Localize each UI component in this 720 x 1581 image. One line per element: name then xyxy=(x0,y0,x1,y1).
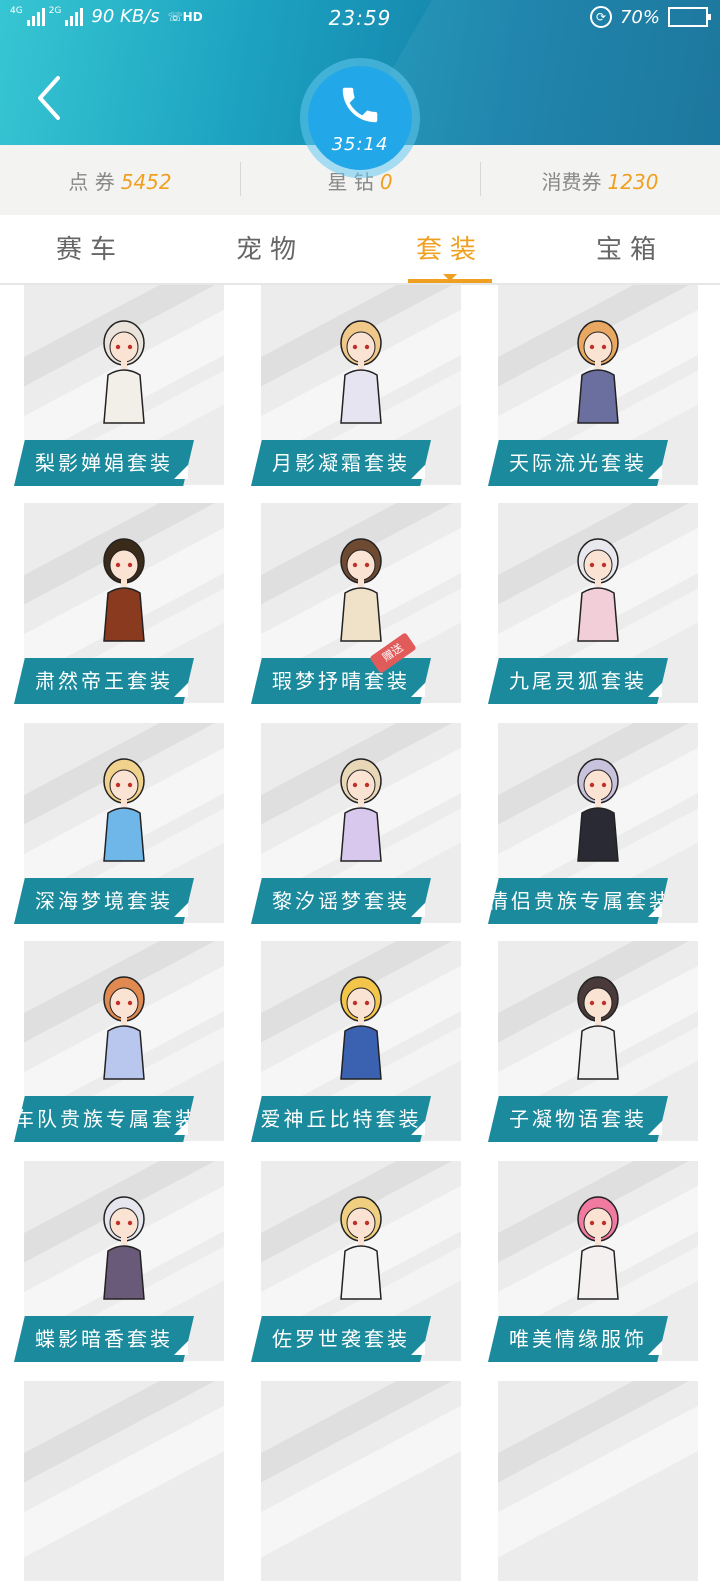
item-card[interactable]: 唯美情缘服饰 xyxy=(488,1161,698,1362)
tab-pets[interactable]: 宠物 xyxy=(180,215,360,283)
status-bar: 4G 2G 90 KB/s ☏HD 23:59 ⟳ 70% xyxy=(0,0,720,36)
character-avatar-icon xyxy=(340,538,382,642)
tab-label: 套装 xyxy=(415,235,484,265)
phone-icon xyxy=(342,87,378,122)
item-name: 天际流光套装 xyxy=(488,440,668,486)
character-avatar-icon xyxy=(103,538,145,642)
item-card-partial[interactable] xyxy=(488,1381,698,1581)
item-name: 深海梦境套装 xyxy=(14,878,194,924)
tab-label: 赛车 xyxy=(55,235,124,265)
tab-label: 宝箱 xyxy=(595,235,664,265)
card-background xyxy=(261,1381,461,1581)
character-avatar-icon xyxy=(103,320,145,424)
battery-icon xyxy=(668,7,711,27)
item-name: 唯美情缘服饰 xyxy=(488,1316,668,1362)
item-card-partial[interactable] xyxy=(251,1381,461,1581)
stat-label: 点 券 xyxy=(68,169,115,194)
item-card[interactable]: 佐罗世袭套装 xyxy=(251,1161,461,1362)
stat-points: 点 券 5452 xyxy=(0,166,240,195)
card-background xyxy=(24,1381,224,1581)
call-floating-button[interactable]: 35:14 xyxy=(300,58,420,178)
item-card[interactable]: 肃然帝王套装 xyxy=(14,503,224,704)
rotation-lock-icon: ⟳ xyxy=(589,6,612,28)
item-card[interactable]: 爱神丘比特套装 xyxy=(251,941,461,1142)
character-avatar-icon xyxy=(577,976,619,1080)
character-avatar-icon xyxy=(103,1196,145,1300)
character-avatar-icon xyxy=(340,976,382,1080)
item-name: 佐罗世袭套装 xyxy=(251,1316,431,1362)
stat-label: 消费券 xyxy=(541,169,602,194)
item-card[interactable]: 天际流光套装 xyxy=(488,285,698,486)
item-card[interactable]: 子凝物语套装 xyxy=(488,941,698,1142)
character-avatar-icon xyxy=(103,976,145,1080)
item-name: 黎汐谣梦套装 xyxy=(251,878,431,924)
character-avatar-icon xyxy=(577,320,619,424)
stat-value: 5452 xyxy=(120,169,172,194)
character-avatar-icon xyxy=(340,320,382,424)
item-card[interactable]: 情侣贵族专属套装 xyxy=(488,723,698,924)
item-name: 车队贵族专属套装 xyxy=(14,1096,194,1142)
item-name: 蝶影暗香套装 xyxy=(14,1316,194,1362)
character-avatar-icon xyxy=(577,538,619,642)
character-avatar-icon xyxy=(340,1196,382,1300)
battery-percent: 70% xyxy=(619,6,660,28)
item-card[interactable]: 深海梦境套装 xyxy=(14,723,224,924)
item-name: 九尾灵狐套装 xyxy=(488,658,668,704)
category-tabs: 赛车 宠物 套装 宝箱 xyxy=(0,215,720,285)
item-card[interactable]: 九尾灵狐套装 xyxy=(488,503,698,704)
tab-chests[interactable]: 宝箱 xyxy=(540,215,720,283)
item-name: 月影凝霜套装 xyxy=(251,440,431,486)
item-card[interactable]: 车队贵族专属套装 xyxy=(14,941,224,1142)
tab-outfits[interactable]: 套装 xyxy=(360,215,540,283)
call-duration: 35:14 xyxy=(331,133,389,155)
item-name: 梨影婵娟套装 xyxy=(14,440,194,486)
item-name: 子凝物语套装 xyxy=(488,1096,668,1142)
tab-cars[interactable]: 赛车 xyxy=(0,215,180,283)
item-card[interactable]: 黎汐谣梦套装 xyxy=(251,723,461,924)
card-background xyxy=(498,1381,698,1581)
tab-label: 宠物 xyxy=(235,235,304,265)
item-card[interactable]: 月影凝霜套装 xyxy=(251,285,461,486)
character-avatar-icon xyxy=(577,758,619,862)
item-card[interactable]: 瑕梦抒晴套装 赠送 xyxy=(251,503,461,704)
item-card[interactable]: 蝶影暗香套装 xyxy=(14,1161,224,1362)
stat-vouchers: 消费券 1230 xyxy=(480,161,720,196)
character-avatar-icon xyxy=(577,1196,619,1300)
item-name: 瑕梦抒晴套装 xyxy=(251,658,431,704)
item-card[interactable]: 梨影婵娟套装 xyxy=(14,285,224,486)
chevron-down-icon xyxy=(443,274,457,281)
item-name: 肃然帝王套装 xyxy=(14,658,194,704)
item-name: 情侣贵族专属套装 xyxy=(488,878,668,924)
item-name: 爱神丘比特套装 xyxy=(251,1096,431,1142)
character-avatar-icon xyxy=(103,758,145,862)
stat-value: 1230 xyxy=(607,169,659,194)
item-card-partial[interactable] xyxy=(14,1381,224,1581)
back-button[interactable] xyxy=(30,70,70,126)
chevron-left-icon xyxy=(38,76,60,120)
character-avatar-icon xyxy=(340,758,382,862)
